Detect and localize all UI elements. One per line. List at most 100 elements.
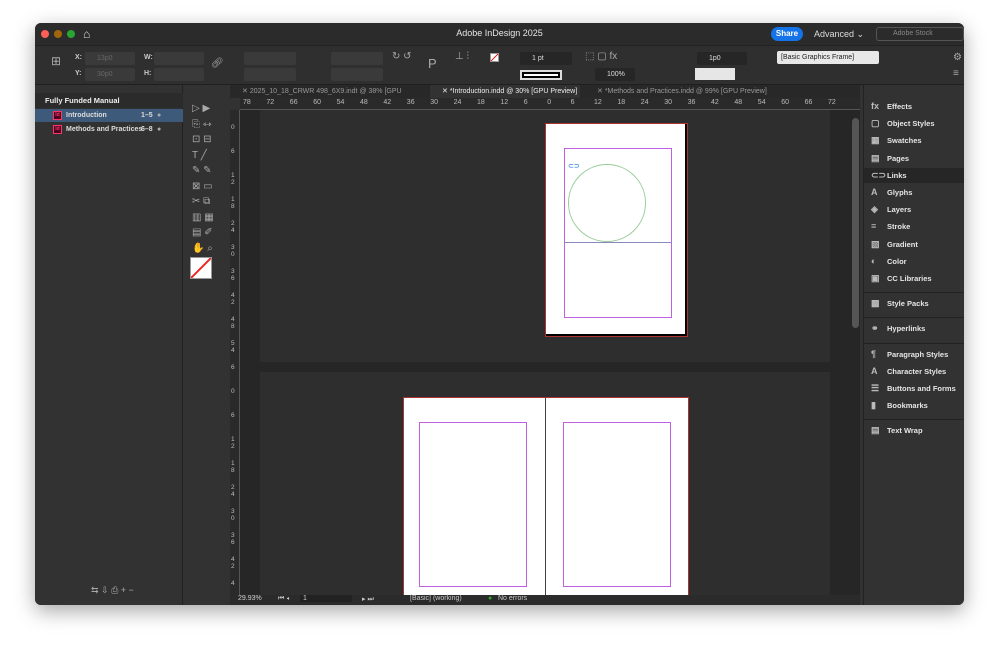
- panel-label: Glyphs: [887, 188, 912, 197]
- height-field[interactable]: [154, 68, 204, 81]
- fill-stroke-swatch[interactable]: [190, 257, 212, 279]
- panel-bookmarks[interactable]: ▮Bookmarks: [864, 398, 964, 413]
- tab-introduction[interactable]: ✕ *Introduction.indd @ 30% [GPU Preview]: [430, 85, 580, 98]
- ruler-tick-label: 66: [805, 99, 813, 106]
- offset-field[interactable]: 1p0: [697, 52, 747, 65]
- panel-label: Gradient: [887, 240, 918, 249]
- constrain-proportions-icon[interactable]: 🔗︎: [211, 58, 224, 69]
- indesign-window: ⌂ Adobe InDesign 2025 Share Advanced ⌄ A…: [35, 23, 964, 605]
- ruler-tick-label: 6: [571, 99, 575, 106]
- preflight-profile[interactable]: [Basic] (working): [410, 595, 462, 602]
- panel-layers[interactable]: ◈Layers: [864, 202, 964, 217]
- panel-color[interactable]: ◐Color: [864, 254, 964, 269]
- title-bar: ⌂ Adobe InDesign 2025 Share Advanced ⌄ A…: [35, 23, 964, 45]
- ruler-tick-label: 1 2: [231, 172, 239, 186]
- vertical-ruler[interactable]: 061 21 82 43 03 64 24 85 46061 21 82 43 …: [230, 110, 240, 595]
- gear-icon[interactable]: ⚙: [953, 52, 962, 63]
- object-style-dropdown[interactable]: [Basic Graphics Frame]: [777, 51, 879, 64]
- shear-field[interactable]: [331, 68, 383, 81]
- page-1[interactable]: ⊂⊃: [546, 124, 687, 336]
- panel-swatches[interactable]: ▦Swatches: [864, 133, 964, 148]
- control-panel: ⊞ X: Y: 13p0 30p0 W: H: 🔗︎ ↻ ↺ P ⊥ ⫶ 1 p…: [35, 45, 964, 85]
- page-nav-prev-icon[interactable]: ⏮ ◂: [278, 595, 289, 603]
- preflight-errors[interactable]: No errors: [498, 595, 527, 602]
- panel-label: Style Packs: [887, 299, 929, 308]
- logo-graphic[interactable]: [568, 164, 646, 242]
- menu-icon[interactable]: ≡: [953, 68, 959, 79]
- panel-object-styles[interactable]: ▢Object Styles: [864, 116, 964, 131]
- close-icon[interactable]: ✕: [442, 88, 448, 95]
- pasteboard[interactable]: ⊂⊃: [240, 110, 860, 595]
- panel-character-styles[interactable]: ACharacter Styles: [864, 364, 964, 379]
- close-icon[interactable]: ✕: [242, 88, 248, 95]
- tab-methods[interactable]: ✕ *Methods and Practices.indd @ 99% [GPU…: [585, 85, 785, 98]
- ruler-tick-label: 2 4: [231, 484, 239, 498]
- link-icon[interactable]: ⊂⊃: [568, 162, 580, 170]
- close-icon[interactable]: ✕: [597, 88, 603, 95]
- panel-paragraph-styles[interactable]: ¶Paragraph Styles: [864, 347, 964, 362]
- tab-label: *Introduction.indd @ 30% [GPU Preview]: [450, 88, 577, 95]
- stroke-weight-field[interactable]: 1 pt: [520, 52, 572, 65]
- panel-effects[interactable]: fxEffects: [864, 99, 964, 114]
- bookmarks-icon: ▮: [871, 398, 876, 413]
- page-range: 1–5: [141, 109, 153, 122]
- selection-container-icon[interactable]: P: [428, 56, 437, 71]
- book-item[interactable]: Id Introduction 1–5 ●: [35, 109, 183, 122]
- ruler-tick-label: 42: [383, 99, 391, 106]
- panel-gradient[interactable]: ▧Gradient: [864, 237, 964, 252]
- x-field[interactable]: 13p0: [85, 52, 135, 65]
- ruler-tick-label: 4: [231, 580, 235, 587]
- ruler-tick-label: 72: [266, 99, 274, 106]
- fill-swatch[interactable]: [490, 53, 499, 62]
- panel-cc-libraries[interactable]: ▣CC Libraries: [864, 271, 964, 286]
- adobe-stock-search[interactable]: Adobe Stock: [876, 27, 964, 41]
- frame-fitting-icon[interactable]: ⬚ ▢ fx: [585, 51, 617, 62]
- ruler-tick-label: 1 8: [231, 460, 239, 474]
- rotation-field[interactable]: [331, 52, 383, 65]
- panel-stroke[interactable]: ≡Stroke: [864, 219, 964, 234]
- panel-label: Pages: [887, 154, 909, 163]
- book-actions-icon[interactable]: ⇆ ⇩ ⎙ + −: [91, 585, 134, 596]
- book-panel: Fully Funded Manual Id Introduction 1–5 …: [35, 85, 183, 605]
- color-dropdown[interactable]: [695, 68, 735, 80]
- ruler-tick-label: 60: [781, 99, 789, 106]
- ruler-tick-label: 24: [641, 99, 649, 106]
- opacity-field[interactable]: 100%: [595, 68, 635, 81]
- pages-icon: ▤: [871, 151, 880, 166]
- vertical-scrollbar[interactable]: [852, 118, 859, 328]
- horizontal-ruler[interactable]: 7872666054484236302418126061218243036424…: [240, 98, 860, 110]
- y-field[interactable]: 30p0: [85, 68, 135, 81]
- tool-icons[interactable]: ▷ ▶⎘ ⇿⊡ ⊟T ╱✎ ✎⊠ ▭✂ ⧉▥ ▦▤ ✐✋ ⌕: [192, 101, 226, 256]
- panel-glyphs[interactable]: A Glyphs: [864, 185, 964, 200]
- panel-text-wrap[interactable]: ▤Text Wrap: [864, 423, 964, 438]
- ruler-tick-label: 3 6: [231, 532, 239, 546]
- align-icon[interactable]: ⊥ ⫶: [455, 51, 469, 62]
- panel-hyperlinks[interactable]: ⚭Hyperlinks: [864, 321, 964, 336]
- panel-buttons-and-forms[interactable]: ☰Buttons and Forms: [864, 381, 964, 396]
- ruler-tick-label: 2 4: [231, 220, 239, 234]
- spread-pages-2-3[interactable]: [404, 398, 688, 595]
- panel-links[interactable]: ⊂⊃Links: [864, 168, 964, 183]
- workspace-switcher[interactable]: Advanced ⌄: [814, 29, 864, 40]
- y-label: Y:: [75, 70, 81, 77]
- panel-pages[interactable]: ▤ Pages: [864, 151, 964, 166]
- tab-template[interactable]: ✕ 2025_10_18_CRWR 498_6X9.indt @ 38% [GP…: [230, 85, 430, 98]
- width-field[interactable]: [154, 52, 204, 65]
- page-number-field[interactable]: 1: [300, 595, 352, 602]
- reference-point-icon[interactable]: ⊞: [51, 54, 61, 68]
- scale-y-field[interactable]: [244, 68, 296, 81]
- rotate-icon[interactable]: ↻ ↺: [392, 51, 412, 62]
- style-packs-icon: ▩: [871, 296, 880, 311]
- glyphs-icon: A: [871, 185, 878, 200]
- stroke-type-dropdown[interactable]: [520, 70, 562, 80]
- ruler-tick-label: 3 6: [231, 268, 239, 282]
- links-icon: ⊂⊃: [871, 168, 886, 183]
- page-nav-next-icon[interactable]: ▸ ⏭: [362, 595, 374, 604]
- divider: [864, 343, 964, 344]
- book-item[interactable]: Id Methods and Practices 6–8 ●: [35, 123, 183, 136]
- scale-x-field[interactable]: [244, 52, 296, 65]
- share-button[interactable]: Share: [771, 27, 803, 41]
- character-styles-icon: A: [871, 364, 878, 379]
- zoom-level[interactable]: 29.93%: [238, 595, 262, 602]
- panel-style-packs[interactable]: ▩ Style Packs: [864, 296, 964, 311]
